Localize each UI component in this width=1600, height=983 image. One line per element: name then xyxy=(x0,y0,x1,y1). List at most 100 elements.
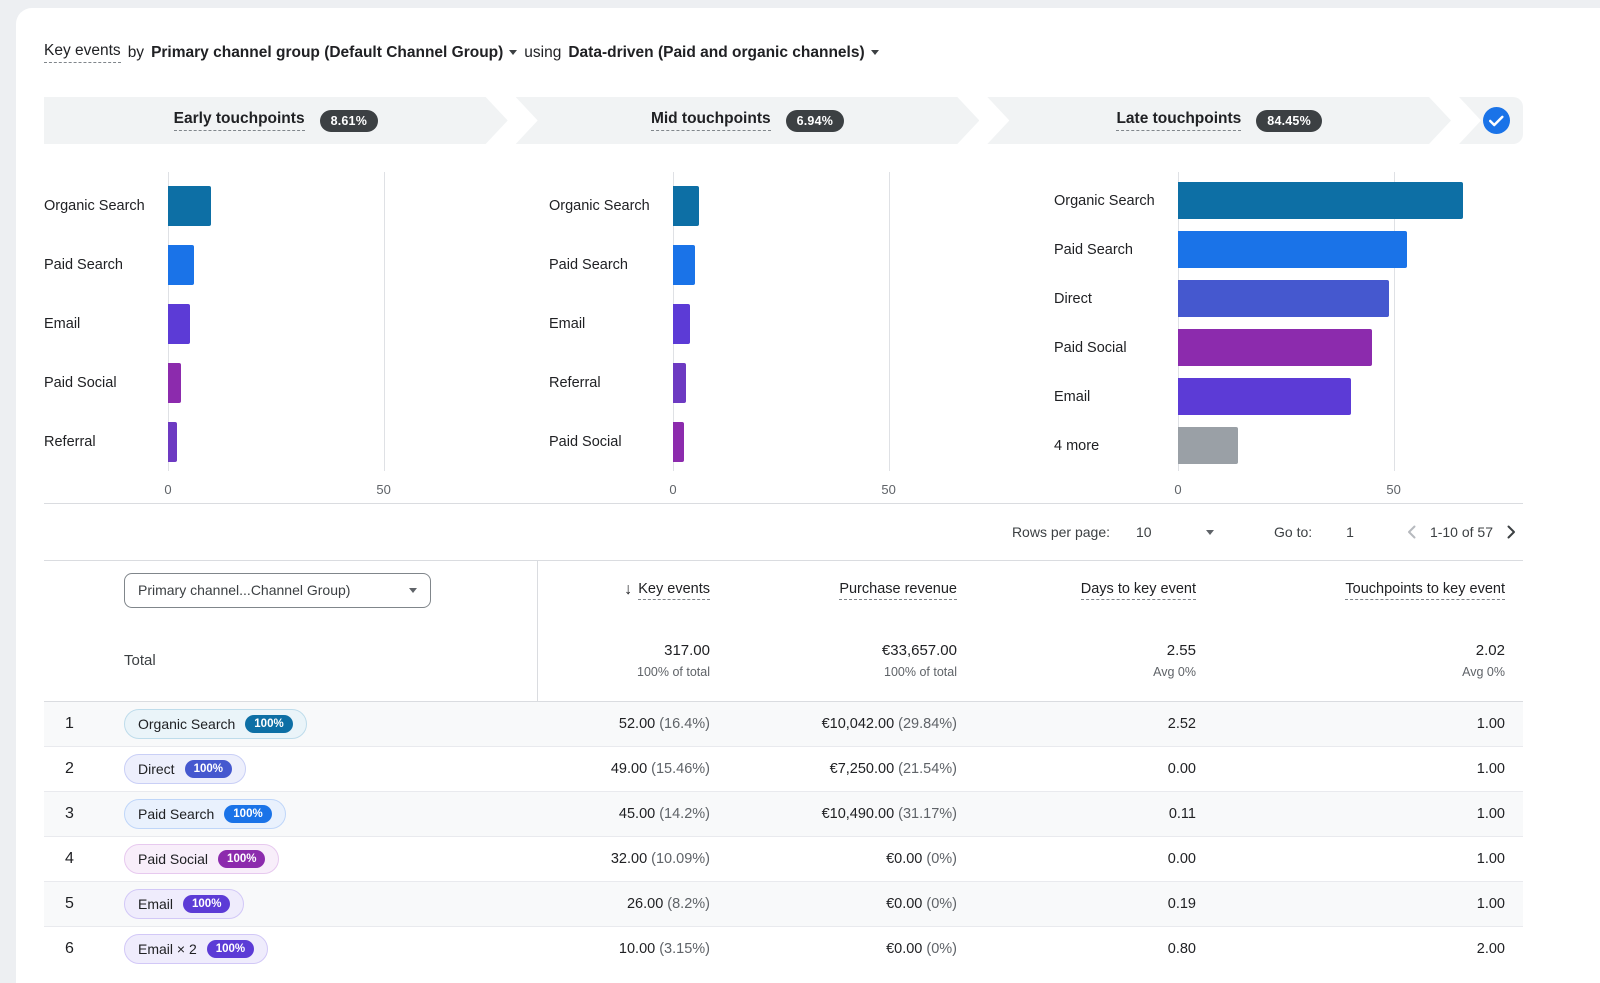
rows-per-page-select[interactable]: 10 xyxy=(1136,524,1214,540)
chart-bar-track xyxy=(168,186,513,226)
chart-bar[interactable] xyxy=(1178,182,1463,219)
chart-category-label: Organic Search xyxy=(1054,193,1178,209)
chart-early-touchpoints: Organic Search Paid Search Email Paid Socia… xyxy=(44,176,513,503)
chart-bar[interactable] xyxy=(673,186,699,226)
table-total-row: Total 317.00 100% of total €33,657.00 10… xyxy=(44,619,1523,701)
chart-x-axis: 050 xyxy=(1178,471,1523,503)
sort-descending-icon: ↓ xyxy=(624,581,632,599)
attribution-table: Primary channel...Channel Group) ↓ Key e… xyxy=(44,560,1523,971)
chart-category-label: Organic Search xyxy=(44,198,168,214)
attribution-percent-badge: 100% xyxy=(207,940,254,958)
header-dimension-cell: Primary channel...Channel Group) xyxy=(124,561,537,619)
title-using: using xyxy=(524,44,561,62)
cell-days-to-key-event: 0.80 xyxy=(957,941,1196,957)
cell-key-events: 49.00(15.46%) xyxy=(537,761,710,777)
axis-tick-label: 0 xyxy=(1174,482,1181,497)
funnel-segment-label: Mid touchpoints xyxy=(651,110,771,131)
chart-bar-track xyxy=(1178,329,1523,366)
chart-bar[interactable] xyxy=(673,245,695,285)
cell-days-to-key-event: 0.19 xyxy=(957,896,1196,912)
chart-category-label: Email xyxy=(1054,389,1178,405)
chart-bar-track xyxy=(168,245,513,285)
chart-bar[interactable] xyxy=(673,304,690,344)
total-purchase-revenue: €33,657.00 100% of total xyxy=(710,619,957,701)
column-header-key-events[interactable]: ↓ Key events xyxy=(537,561,710,619)
row-index: 3 xyxy=(44,805,124,823)
dimension-dropdown[interactable]: Primary channel...Channel Group) xyxy=(124,573,431,608)
table-row[interactable]: 4 Paid Social 100% 32.00(10.09%) €0.00(0… xyxy=(44,836,1523,881)
cell-purchase-revenue: €0.00(0%) xyxy=(710,851,957,867)
chart-bar[interactable] xyxy=(673,422,684,462)
attribution-percent-badge: 100% xyxy=(218,850,265,868)
goto-label: Go to: xyxy=(1274,524,1312,540)
chart-bar[interactable] xyxy=(1178,378,1351,415)
chart-bar[interactable] xyxy=(168,363,181,403)
goto-page-input[interactable]: 1 xyxy=(1346,524,1354,540)
dimension-selector-label: Primary channel group (Default Channel G… xyxy=(151,44,503,62)
cell-touchpoints-to-key-event: 1.00 xyxy=(1196,761,1523,777)
report-title: Key events by Primary channel group (Def… xyxy=(44,42,1523,63)
chart-category-label: Email xyxy=(44,316,168,332)
dimension-selector[interactable]: Primary channel group (Default Channel G… xyxy=(151,44,517,62)
chart-bar-track xyxy=(168,304,513,344)
funnel-segment-label: Late touchpoints xyxy=(1116,110,1241,131)
column-header-label: Purchase revenue xyxy=(839,581,957,600)
chart-category-label: Paid Search xyxy=(44,257,168,273)
table-row[interactable]: 1 Organic Search 100% 52.00(16.4%) €10,0… xyxy=(44,701,1523,746)
table-row[interactable]: 5 Email 100% 26.00(8.2%) €0.00(0%) 0.19 … xyxy=(44,881,1523,926)
chart-category-label: Paid Social xyxy=(44,375,168,391)
chart-bar[interactable] xyxy=(168,422,177,462)
chart-bar[interactable] xyxy=(1178,280,1389,317)
chevron-down-icon xyxy=(409,588,417,593)
chart-bar-track xyxy=(1178,427,1523,464)
chart-category-label: Email xyxy=(549,316,673,332)
axis-tick-label: 50 xyxy=(881,482,895,497)
cell-key-events: 26.00(8.2%) xyxy=(537,896,710,912)
chart-bar[interactable] xyxy=(168,186,211,226)
chart-bar[interactable] xyxy=(1178,231,1407,268)
chart-bar-track xyxy=(168,422,513,462)
chart-bar[interactable] xyxy=(673,363,686,403)
cell-touchpoints-to-key-event: 1.00 xyxy=(1196,851,1523,867)
column-header-purchase-revenue[interactable]: Purchase revenue xyxy=(710,561,957,619)
title-by: by xyxy=(128,44,144,62)
funnel-segment-mid-touchpoints[interactable]: Mid touchpoints 6.94% xyxy=(516,97,980,144)
table-header-row: Primary channel...Channel Group) ↓ Key e… xyxy=(44,561,1523,619)
column-header-days-to-key-event[interactable]: Days to key event xyxy=(957,561,1196,619)
attribution-percent-badge: 100% xyxy=(185,760,232,778)
header-index-spacer xyxy=(44,561,124,619)
cell-days-to-key-event: 2.52 xyxy=(957,716,1196,732)
funnel-segment-early-touchpoints[interactable]: Early touchpoints 8.61% xyxy=(44,97,508,144)
chart-category-label: 4 more xyxy=(1054,438,1178,454)
funnel-selected-check[interactable] xyxy=(1459,97,1523,144)
chart-bar[interactable] xyxy=(168,245,194,285)
table-body: 1 Organic Search 100% 52.00(16.4%) €10,0… xyxy=(44,701,1523,971)
touchpoint-charts: Organic Search Paid Search Email Paid Socia… xyxy=(44,176,1523,503)
cell-days-to-key-event: 0.00 xyxy=(957,851,1196,867)
chart-bar-track xyxy=(673,245,1018,285)
channel-name: Email xyxy=(138,896,173,912)
table-row[interactable]: 3 Paid Search 100% 45.00(14.2%) €10,490.… xyxy=(44,791,1523,836)
report-card: Key events by Primary channel group (Def… xyxy=(16,8,1600,983)
axis-tick-label: 50 xyxy=(1386,482,1400,497)
chart-bar[interactable] xyxy=(168,304,190,344)
rows-per-page-value: 10 xyxy=(1136,524,1152,540)
key-events-metric-label[interactable]: Key events xyxy=(44,42,121,63)
funnel-segment-late-touchpoints[interactable]: Late touchpoints 84.45% xyxy=(987,97,1451,144)
chart-bar[interactable] xyxy=(1178,427,1238,464)
cell-purchase-revenue: €10,042.00(29.84%) xyxy=(710,716,957,732)
table-row[interactable]: 6 Email × 2 100% 10.00(3.15%) €0.00(0%) … xyxy=(44,926,1523,971)
channel-chip: Organic Search 100% xyxy=(124,709,307,739)
attribution-percent-badge: 100% xyxy=(224,805,271,823)
chart-bar-track xyxy=(673,363,1018,403)
chart-category-label: Referral xyxy=(44,434,168,450)
attribution-model-selector[interactable]: Data-driven (Paid and organic channels) xyxy=(568,44,878,62)
chart-bar[interactable] xyxy=(1178,329,1372,366)
column-header-touchpoints-to-key-event[interactable]: Touchpoints to key event xyxy=(1196,561,1523,619)
table-row[interactable]: 2 Direct 100% 49.00(15.46%) €7,250.00(21… xyxy=(44,746,1523,791)
next-page-icon[interactable] xyxy=(1499,520,1523,544)
previous-page-icon[interactable] xyxy=(1400,520,1424,544)
rows-per-page-label: Rows per page: xyxy=(1012,524,1110,540)
chart-bar-track xyxy=(1178,182,1523,219)
channel-chip: Paid Search 100% xyxy=(124,799,286,829)
